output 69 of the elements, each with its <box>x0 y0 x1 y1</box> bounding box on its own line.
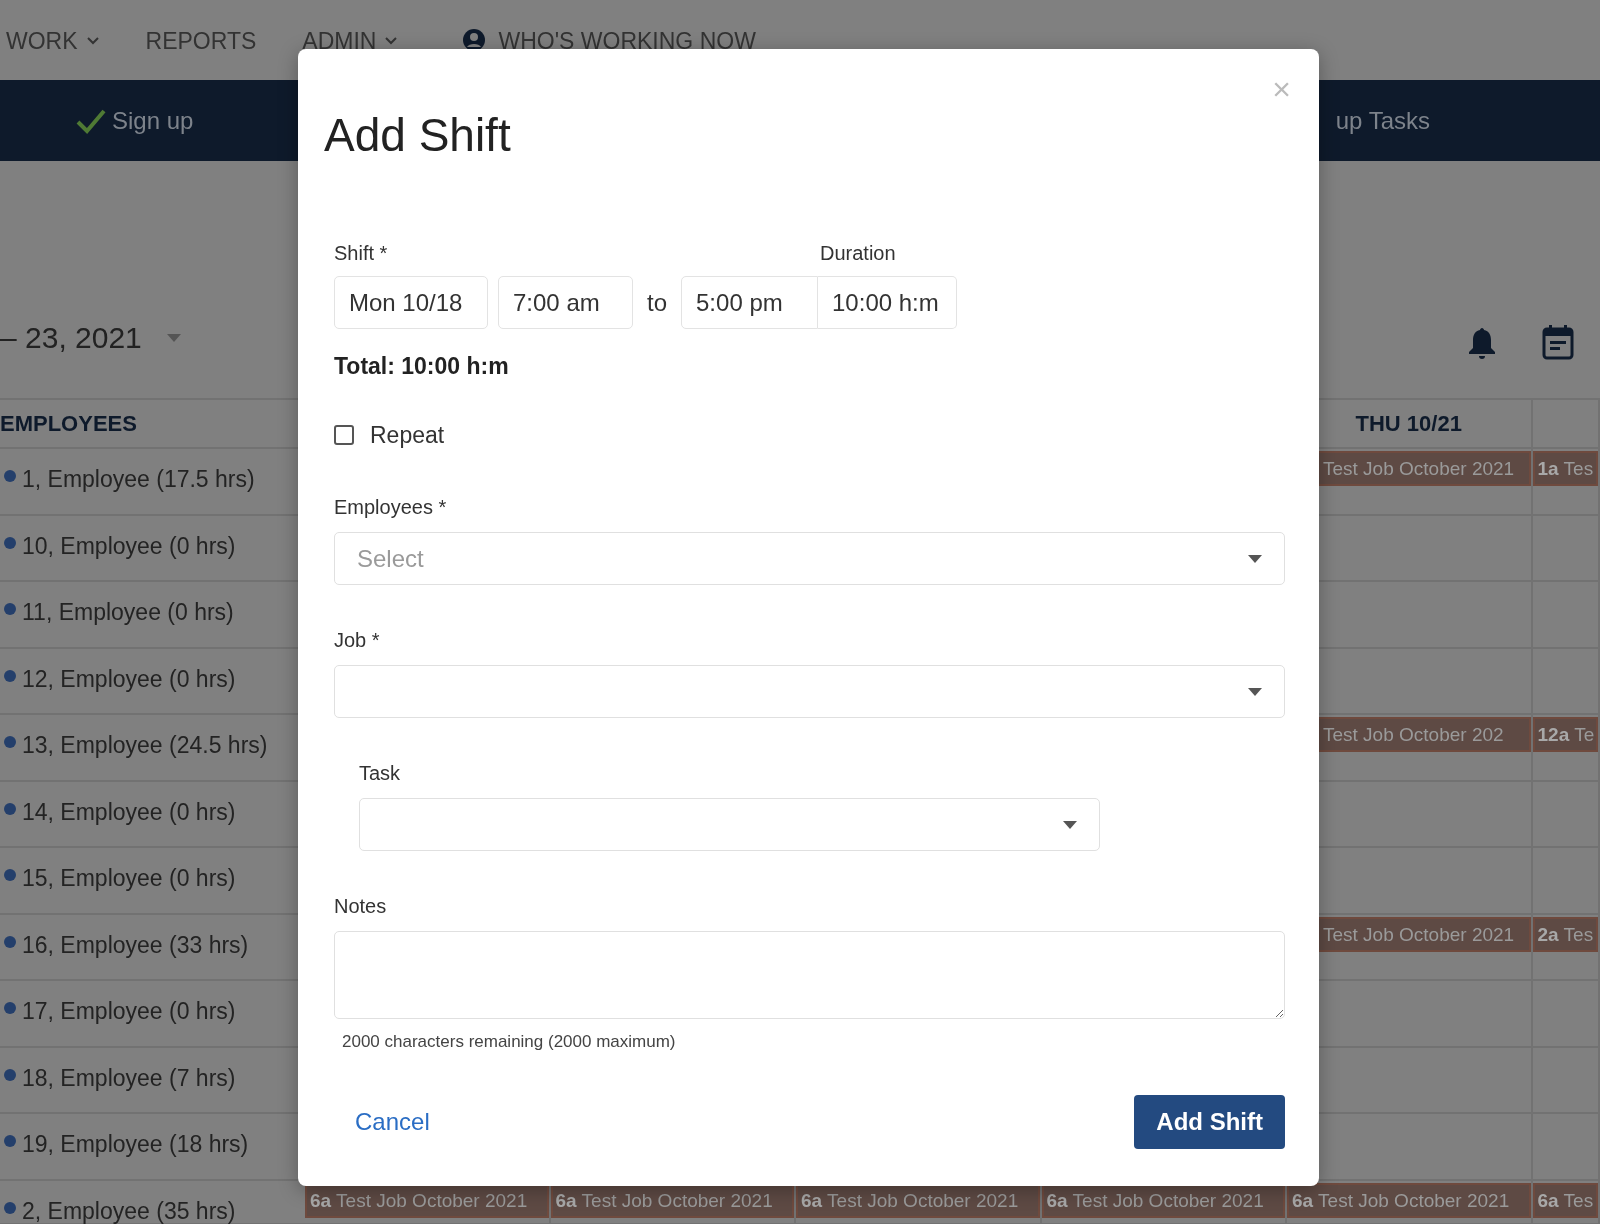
status-dot <box>4 470 16 482</box>
nav-menu-item[interactable]: WHO'S WORKING NOW <box>462 23 756 58</box>
employee-name: 10, Employee (0 hrs) <box>22 531 236 561</box>
checkbox-label: Repeat <box>370 420 445 450</box>
employee-name: 14, Employee (0 hrs) <box>22 797 236 827</box>
field-label: Employees * <box>334 495 448 520</box>
employee-name: 12, Employee (0 hrs) <box>22 664 236 694</box>
calendar-icon[interactable] <box>1542 324 1574 360</box>
status-dot <box>4 1135 16 1147</box>
band-link[interactable]: Sign up <box>76 102 194 139</box>
status-dot <box>4 1002 16 1014</box>
total-text: Total: 10:00 h:m <box>334 352 510 381</box>
to-label: to <box>647 287 667 318</box>
date-field[interactable]: Mon 10/18 <box>334 276 488 329</box>
field-label: Job * <box>334 628 381 653</box>
select-field[interactable]: Select <box>334 532 1285 585</box>
check-icon <box>76 107 106 134</box>
status-dot <box>4 1201 16 1214</box>
bell-icon[interactable] <box>1467 326 1497 360</box>
employee-name: 16, Employee (33 hrs) <box>22 930 249 960</box>
add-shift-button[interactable]: Add Shift <box>1134 1094 1285 1149</box>
status-dot <box>4 736 16 748</box>
chevron-icon <box>85 35 100 46</box>
nav-menu-item[interactable]: WORK <box>6 23 100 58</box>
field-label: Task <box>359 761 402 786</box>
select-field[interactable] <box>334 665 1285 718</box>
status-dot <box>4 669 16 682</box>
shift-bar[interactable]: 6a Test Job October 2021 <box>1287 1182 1531 1218</box>
placeholder-text: Select <box>357 543 424 574</box>
employee-name: 1, Employee (17.5 hrs) <box>22 465 255 494</box>
shift-bar[interactable]: 6a Tes <box>1532 1182 1598 1218</box>
time-field[interactable]: 7:00 am <box>498 276 633 329</box>
notes-field[interactable] <box>334 931 1285 1019</box>
employee-name: 18, Employee (7 hrs) <box>22 1063 236 1093</box>
employee-name: 11, Employee (0 hrs) <box>22 598 234 627</box>
nav-menu-item[interactable]: REPORTS <box>145 23 257 58</box>
cancel-link[interactable]: Cancel <box>355 1103 430 1140</box>
field-label: Notes <box>334 894 388 919</box>
time-field[interactable]: 5:00 pm <box>681 276 818 329</box>
helper-text: 2000 characters remaining (2000 maximum) <box>341 1031 677 1053</box>
employee-name: 19, Employee (18 hrs) <box>22 1130 249 1159</box>
field-label: Duration <box>820 241 896 266</box>
caret-icon <box>1248 554 1262 563</box>
checkbox[interactable] <box>334 424 354 445</box>
shift-bar[interactable]: 12a Te <box>1532 717 1598 752</box>
modal-title: Add Shift <box>324 112 512 158</box>
date-range-dropdown[interactable]: – 23, 2021 <box>0 315 182 360</box>
status-dot <box>4 802 16 815</box>
caret-icon <box>1063 820 1077 829</box>
shift-bar[interactable]: 2a Tes <box>1532 916 1598 952</box>
caret-icon <box>1248 687 1262 696</box>
shift-bar[interactable]: 1a Tes <box>1532 451 1598 486</box>
close-button[interactable]: × <box>1268 73 1295 105</box>
nav-menu-item[interactable]: ADMIN <box>302 23 399 58</box>
field-label: Shift * <box>334 241 389 266</box>
status-dot <box>4 536 16 549</box>
employee-name: 13, Employee (24.5 hrs) <box>22 731 268 760</box>
employee-name: 15, Employee (0 hrs) <box>22 864 236 893</box>
chevron-icon <box>384 35 399 46</box>
band-link[interactable]: up Tasks <box>1335 102 1430 139</box>
employee-name: 17, Employee (0 hrs) <box>22 997 236 1026</box>
duration-field[interactable]: 10:00 h:m <box>818 276 957 329</box>
status-dot <box>4 1068 16 1081</box>
status-dot <box>4 603 16 615</box>
status-dot <box>4 869 16 881</box>
employee-name: 2, Employee (35 hrs) <box>22 1196 236 1224</box>
select-field[interactable] <box>359 798 1100 851</box>
status-dot <box>4 935 16 948</box>
caret-icon <box>165 332 182 343</box>
